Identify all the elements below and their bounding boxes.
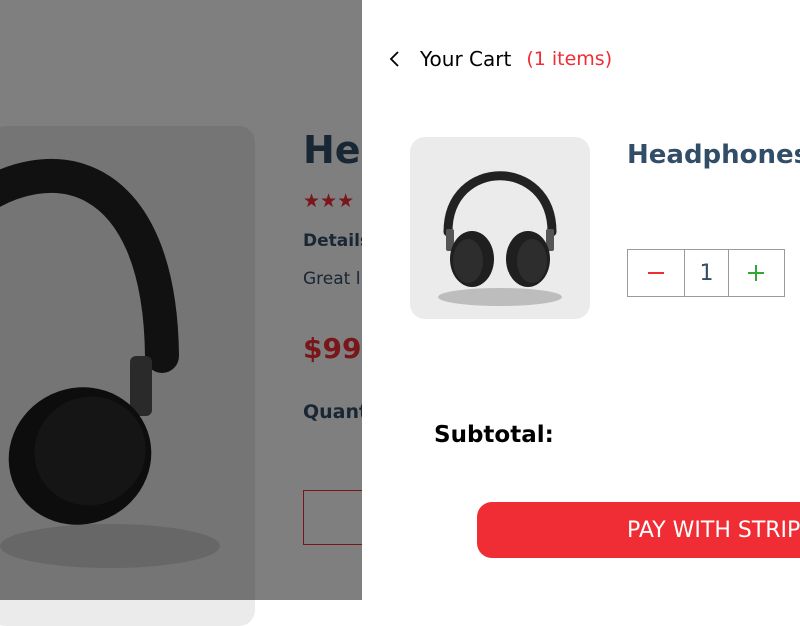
cart-title: Your Cart: [420, 47, 512, 71]
increase-quantity-button[interactable]: [729, 250, 784, 296]
cart-item-image: [410, 137, 590, 319]
subtotal-label: Subtotal:: [434, 422, 554, 448]
chevron-left-icon: [388, 49, 402, 69]
pay-with-stripe-button[interactable]: PAY WITH STRIPE: [477, 502, 800, 558]
plus-icon: [748, 265, 765, 281]
cart-item-count: (1 items): [526, 48, 613, 70]
decrease-quantity-button[interactable]: [628, 250, 686, 296]
cart-item-name: Headphones: [627, 140, 800, 170]
cart-back-button[interactable]: Your Cart (1 items): [388, 44, 612, 74]
minus-icon: [648, 272, 665, 274]
cart-drawer: Your Cart (1 items) Headphones 1 Subtota…: [362, 0, 800, 600]
quantity-value: 1: [685, 250, 729, 296]
quantity-stepper: 1: [627, 249, 785, 297]
headphones-image: [438, 171, 562, 306]
